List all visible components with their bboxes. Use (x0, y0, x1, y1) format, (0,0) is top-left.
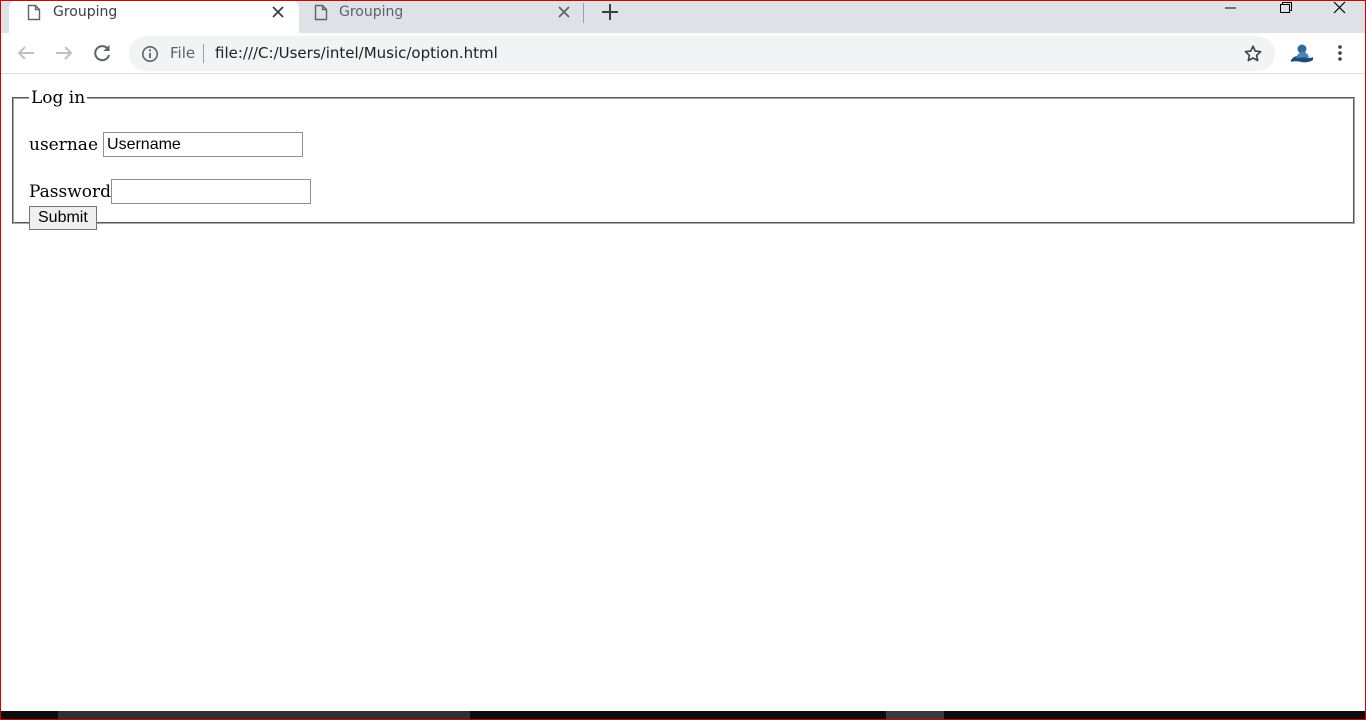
tab-separator (583, 3, 584, 23)
username-label: usernae (29, 134, 99, 155)
kebab-menu-icon[interactable] (1329, 41, 1351, 65)
tab-strip: Grouping Grouping (0, 0, 1366, 33)
omnibox-separator (203, 44, 204, 63)
minimize-icon[interactable] (1210, 0, 1250, 22)
reload-icon[interactable] (90, 41, 114, 65)
password-row: Password (29, 179, 312, 204)
info-icon[interactable] (141, 45, 159, 63)
window-close-icon[interactable] (1320, 0, 1360, 22)
close-icon[interactable] (554, 3, 574, 21)
scheme-label: File (170, 44, 196, 62)
address-bar[interactable]: File file:///C:/Users/intel/Music/option… (129, 36, 1275, 71)
star-icon[interactable] (1242, 43, 1264, 65)
restore-icon[interactable] (1265, 0, 1305, 22)
taskbar (0, 711, 1366, 720)
page-icon (314, 4, 328, 21)
close-icon[interactable] (268, 3, 288, 21)
forward-arrow-icon[interactable] (52, 41, 76, 65)
tab-grouping[interactable]: Grouping (300, 0, 583, 33)
back-arrow-icon[interactable] (14, 41, 38, 65)
password-input[interactable] (111, 179, 312, 204)
username-input[interactable] (103, 132, 304, 157)
tab-title: Grouping (339, 4, 404, 20)
password-label: Password (29, 181, 112, 202)
page-content: Log in usernae Password Submit (0, 75, 1366, 711)
profile-avatar-icon[interactable] (1288, 40, 1316, 66)
login-fieldset: Log in usernae Password Submit (12, 88, 1355, 230)
fieldset-legend: Log in (31, 88, 86, 108)
tab-title: Grouping (53, 4, 118, 20)
taskbar-item[interactable] (58, 711, 470, 720)
plus-icon[interactable] (599, 1, 621, 23)
taskbar-item[interactable] (886, 711, 944, 720)
browser-toolbar: File file:///C:/Users/intel/Music/option… (0, 33, 1366, 74)
page-icon (27, 4, 41, 21)
submit-button[interactable]: Submit (29, 206, 97, 230)
tab-grouping-active[interactable]: Grouping (9, 0, 299, 33)
username-row: usernae (29, 132, 304, 157)
url-text[interactable]: file:///C:/Users/intel/Music/option.html (215, 44, 498, 62)
